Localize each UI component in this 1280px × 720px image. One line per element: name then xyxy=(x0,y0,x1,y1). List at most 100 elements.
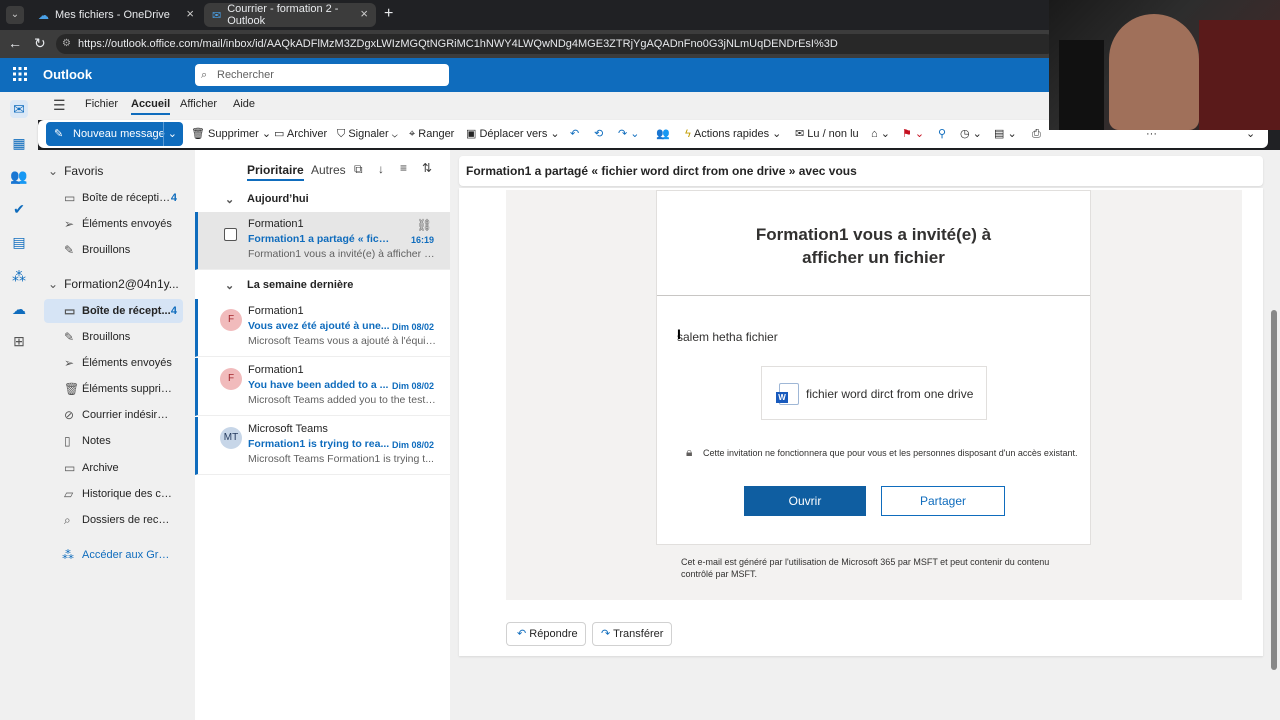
app-launcher-icon[interactable] xyxy=(12,66,28,82)
checkbox[interactable] xyxy=(224,228,237,241)
site-info-icon[interactable]: ⚙ xyxy=(62,34,71,54)
folder-junk[interactable]: ⊘ Courrier indésirable xyxy=(44,403,183,427)
open-button[interactable]: Ouvrir xyxy=(744,486,866,516)
folder-notes[interactable]: ▯ Notes xyxy=(44,429,183,453)
sweep-label: Ranger xyxy=(418,128,455,140)
back-icon[interactable]: ← xyxy=(8,35,22,51)
address-bar[interactable]: ⚙ https://outlook.office.com/mail/inbox/… xyxy=(56,34,1056,54)
archive-label: Archiver xyxy=(286,128,328,140)
forward-icon[interactable]: ↷ ⌄ xyxy=(618,120,640,148)
tag-icon[interactable]: ⌂ ⌄ xyxy=(871,120,890,148)
read-unread-label: Lu / non lu xyxy=(807,128,859,140)
sort-icon[interactable]: ⇅ xyxy=(422,161,432,175)
scrollbar-thumb[interactable] xyxy=(1271,310,1277,670)
tab-onedrive[interactable]: ☁ Mes fichiers - OneDrive × xyxy=(30,3,202,27)
tab-outlook[interactable]: ✉ Courrier - formation 2 - Outlook × xyxy=(204,3,376,27)
message-preview: Microsoft Teams added you to the test ..… xyxy=(248,394,436,406)
folder-deleted[interactable]: 🗑 Éléments supprimés xyxy=(44,377,183,401)
tab-focused[interactable]: Prioritaire xyxy=(247,163,304,181)
trash-icon: 🗑 xyxy=(64,382,80,396)
read-unread-button[interactable]: ✉ Lu / non lu xyxy=(795,120,859,148)
more-apps-icon[interactable]: ⊞ xyxy=(10,332,28,350)
groups-link[interactable]: ⁂ Accéder aux Group... xyxy=(44,543,183,567)
email-footer-line2: contrôlé par MSFT. xyxy=(681,569,758,579)
favorite-sent[interactable]: ➢ Éléments envoyés xyxy=(44,212,183,236)
message-item[interactable]: MT Microsoft Teams Formation1 is trying … xyxy=(195,417,450,475)
subject-bar: Formation1 a partagé « fichier word dirc… xyxy=(459,156,1263,186)
tab-accueil[interactable]: Accueil xyxy=(131,98,171,115)
webcam-shirt xyxy=(1199,20,1280,130)
scrollbar[interactable] xyxy=(1268,150,1280,720)
favorites-header[interactable]: ⌄ Favoris xyxy=(48,164,103,178)
favorite-inbox[interactable]: ▭ Boîte de réceptio... 4 xyxy=(44,186,183,210)
folder-inbox[interactable]: ▭ Boîte de récept... 4 xyxy=(44,299,183,323)
message-item[interactable]: F Formation1 You have been added to a ..… xyxy=(195,358,450,416)
onedrive-icon[interactable]: ☁ xyxy=(10,300,28,318)
new-message-label: Nouveau message xyxy=(73,128,165,140)
tab-other[interactable]: Autres xyxy=(311,163,346,177)
archive-button[interactable]: ▭ Archiver xyxy=(274,120,327,148)
close-tab-icon[interactable]: × xyxy=(360,6,368,21)
group-header-today[interactable]: ⌄ Aujourd’hui xyxy=(225,193,309,206)
share-button[interactable]: Partager xyxy=(881,486,1005,516)
people-icon[interactable]: 👥 xyxy=(10,167,28,185)
mail-icon[interactable]: ✉ xyxy=(10,100,28,118)
reply-icon[interactable]: ↶ xyxy=(570,120,579,148)
folder-drafts[interactable]: ✎ Brouillons xyxy=(44,325,183,349)
forward-icon: ↷ xyxy=(601,628,611,640)
delete-button[interactable]: 🗑 Supprimer ⌄ xyxy=(191,120,271,148)
quick-actions-button[interactable]: ϟ Actions rapides ⌄ xyxy=(685,120,781,148)
folder-sent[interactable]: ➢ Éléments envoyés xyxy=(44,351,183,375)
close-tab-icon[interactable]: × xyxy=(186,6,194,21)
app-title[interactable]: Outlook xyxy=(43,67,92,82)
jump-icon[interactable]: ↓ xyxy=(378,162,384,176)
tab-fichier[interactable]: Fichier xyxy=(85,98,118,110)
print-icon[interactable]: ⎙ xyxy=(1032,120,1041,148)
reply-button[interactable]: ↶ Répondre xyxy=(506,622,586,646)
lock-note: Cette invitation ne fonctionnera que pou… xyxy=(703,448,1078,458)
filter-icon[interactable]: ≡ xyxy=(400,161,407,175)
account-header[interactable]: ⌄ Formation2@04n1y... xyxy=(48,277,188,291)
message-item[interactable]: F Formation1 Vous avez été ajouté à une.… xyxy=(195,299,450,357)
flag-icon[interactable]: ⚑ ⌄ xyxy=(902,120,924,148)
menu-toggle-icon[interactable]: ☰ xyxy=(53,97,66,114)
folder-history[interactable]: ▱ Historique des con... xyxy=(44,482,183,506)
file-attachment[interactable]: W fichier word dirct from one drive xyxy=(761,366,987,420)
select-icon[interactable]: ⧉ xyxy=(354,162,363,177)
calendar-icon[interactable]: ▦ xyxy=(10,134,28,152)
reply-all-icon[interactable]: ⟲ xyxy=(594,120,603,148)
group-header-last-week[interactable]: ⌄ La semaine dernière xyxy=(225,279,353,292)
tab-list-dropdown-icon[interactable]: ⌄ xyxy=(6,6,24,24)
pin-icon[interactable]: ⚲ xyxy=(938,120,946,148)
favorite-drafts[interactable]: ✎ Brouillons xyxy=(44,238,183,262)
reload-icon[interactable]: ↻ xyxy=(34,35,46,52)
word-icon[interactable]: ▤ xyxy=(10,233,28,251)
move-button[interactable]: ▣ Déplacer vers ⌄ xyxy=(466,120,560,148)
forward-button[interactable]: ↷ Transférer xyxy=(592,622,672,646)
tab-aide[interactable]: Aide xyxy=(233,98,255,110)
chevron-down-icon: ⌄ xyxy=(48,164,59,178)
message-list: Prioritaire Autres ⧉ ↓ ≡ ⇅ ⌄ Aujourd’hui… xyxy=(195,150,450,720)
message-item[interactable]: Formation1 ⛓ Formation1 a partagé « fich… xyxy=(195,212,450,270)
groups-icon: ⁂ xyxy=(62,548,74,562)
chevron-down-icon[interactable]: ⌄ xyxy=(162,122,177,146)
sweep-button[interactable]: ⌖ Ranger xyxy=(409,120,454,148)
reply-icon: ↶ xyxy=(517,628,527,640)
todo-icon[interactable]: ✔ xyxy=(10,200,28,218)
rules-icon[interactable]: ▤ ⌄ xyxy=(994,120,1017,148)
folder-label: Éléments envoyés xyxy=(82,218,172,230)
favorites-label: Favoris xyxy=(64,164,104,178)
snooze-icon[interactable]: ◷ ⌄ xyxy=(960,120,982,148)
teams-icon[interactable]: 👥 xyxy=(656,120,670,148)
pencil-icon: ✎ xyxy=(64,243,75,257)
folder-label: Éléments envoyés xyxy=(82,357,172,369)
new-message-button[interactable]: ✎ Nouveau message ⌄ xyxy=(46,122,183,146)
search-input[interactable]: ⌕ Rechercher xyxy=(195,64,449,86)
pencil-icon: ✎ xyxy=(64,330,75,344)
folder-archive[interactable]: ▭ Archive xyxy=(44,456,183,480)
report-button[interactable]: ⛉ Signaler ⌄ xyxy=(337,120,398,148)
tab-afficher[interactable]: Afficher xyxy=(180,98,217,110)
folder-search[interactable]: ⌕ Dossiers de recher... xyxy=(44,508,183,532)
new-tab-icon[interactable]: + xyxy=(384,5,393,23)
org-explorer-icon[interactable]: ⁂ xyxy=(10,267,28,285)
